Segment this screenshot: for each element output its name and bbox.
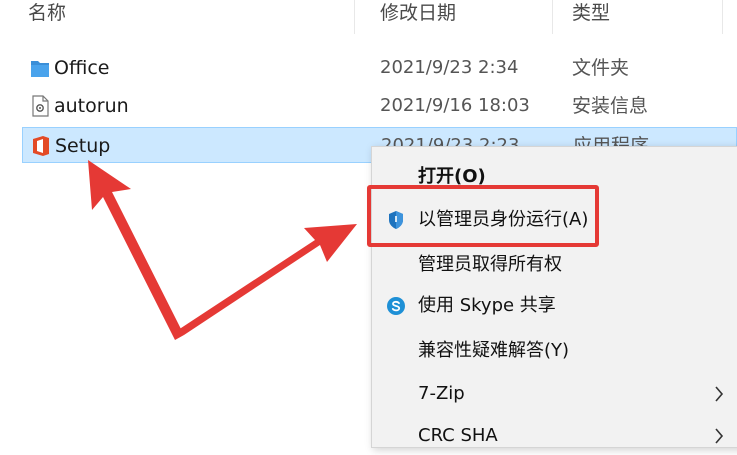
file-row-office[interactable]: Office 2021/9/23 2:34 文件夹 [22,50,737,86]
file-name: Setup [55,135,111,157]
file-date: 2021/9/16 18:03 [380,95,530,116]
column-header-date[interactable]: 修改日期 [380,0,456,34]
menu-item-take-ownership[interactable]: 管理员取得所有权 [372,246,737,284]
file-date: 2021/9/23 2:34 [380,57,519,78]
chevron-right-icon [715,428,724,444]
office-app-icon [33,136,49,156]
annotation-highlight-box [367,185,599,247]
folder-icon [31,61,49,77]
column-divider[interactable] [354,0,355,34]
menu-item-label: 兼容性疑难解答(Y) [418,340,570,361]
skype-icon [387,297,405,315]
menu-item-label: 7-Zip [418,383,465,404]
file-name: Office [54,57,110,79]
menu-item-crc-sha[interactable]: CRC SHA [372,417,737,455]
column-divider[interactable] [552,0,553,34]
column-header-name[interactable]: 名称 [28,0,66,34]
annotation-arrow-to-setup [88,160,184,340]
column-header-type[interactable]: 类型 [572,0,610,34]
menu-item-label: 使用 Skype 共享 [418,295,556,316]
column-header: 名称 修改日期 类型 [0,0,737,34]
settings-file-icon [32,95,49,117]
annotation-arrow-to-menu [178,224,357,335]
column-divider[interactable] [722,0,723,34]
file-row-autorun[interactable]: autorun 2021/9/16 18:03 安装信息 [22,88,737,124]
menu-item-7zip[interactable]: 7-Zip [372,375,737,413]
menu-item-label: CRC SHA [418,425,498,446]
file-type: 安装信息 [572,95,649,117]
file-type: 文件夹 [572,57,630,79]
menu-item-label: 管理员取得所有权 [418,254,562,275]
menu-item-share-skype[interactable]: 使用 Skype 共享 [372,287,737,325]
menu-item-compat-troubleshoot[interactable]: 兼容性疑难解答(Y) [372,332,737,370]
file-name: autorun [54,95,129,117]
chevron-right-icon [715,386,724,402]
